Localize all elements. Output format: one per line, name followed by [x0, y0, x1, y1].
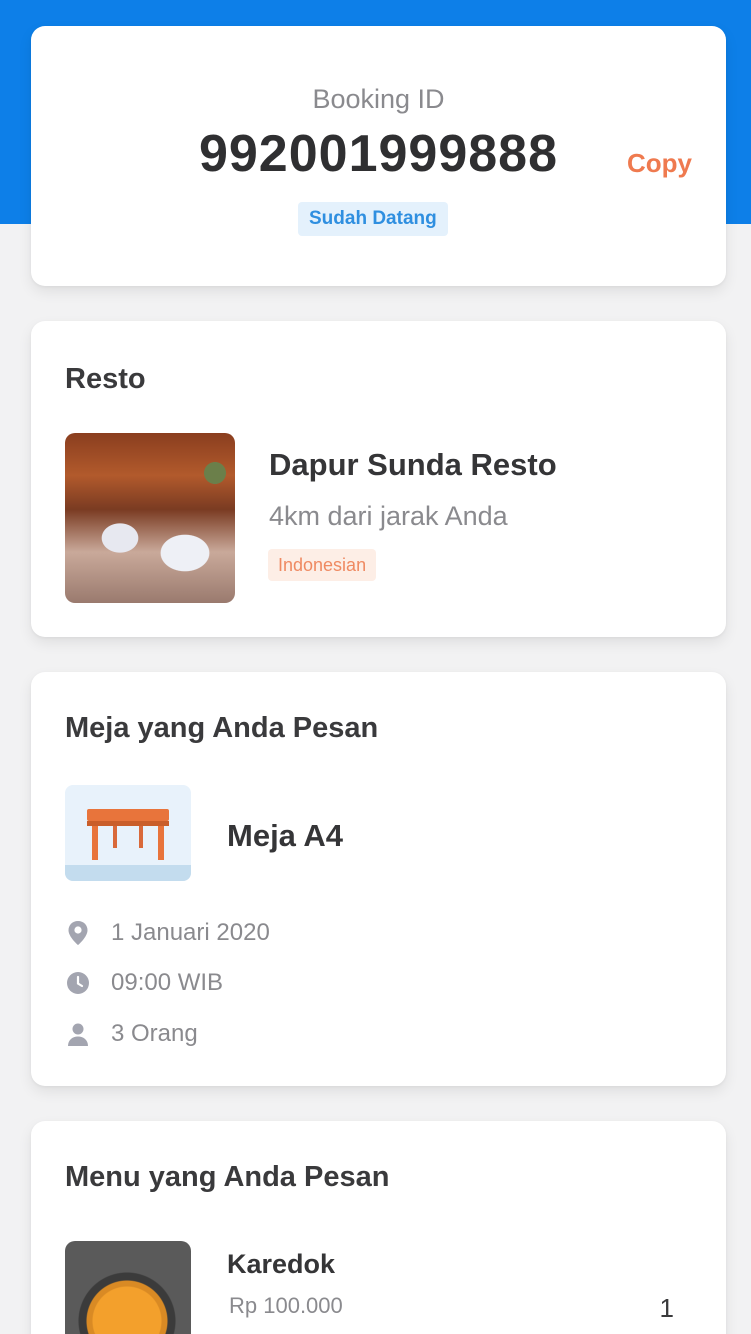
date-row: 1 Januari 2020 — [65, 916, 270, 950]
resto-section-title: Resto — [65, 363, 146, 395]
cuisine-badge: Indonesian — [268, 549, 377, 581]
menu-item-name: Karedok — [227, 1249, 336, 1279]
booking-id-label: Booking ID — [312, 84, 445, 114]
menu-item-image — [65, 1241, 191, 1334]
table-name: Meja A4 — [227, 818, 344, 853]
copy-button[interactable]: Copy — [627, 148, 692, 179]
menu-item-price: Rp 100.000 — [229, 1293, 343, 1318]
menu-card: Menu yang Anda Pesan Karedok Rp 100.000 … — [31, 1121, 726, 1334]
time-row: 09:00 WIB — [65, 966, 223, 1000]
location-pin-icon — [65, 920, 91, 946]
resto-image — [65, 433, 235, 603]
table-card: Meja yang Anda Pesan Meja A4 1 Januari 2… — [31, 672, 726, 1086]
booking-date: 1 Januari 2020 — [111, 919, 270, 946]
booking-id-value: 992001999888 — [198, 125, 559, 183]
menu-section-title: Menu yang Anda Pesan — [65, 1161, 390, 1193]
guest-count: 3 Orang — [111, 1020, 198, 1047]
resto-name: Dapur Sunda Resto — [269, 447, 557, 482]
booking-time: 09:00 WIB — [111, 969, 224, 996]
table-icon — [65, 785, 191, 881]
resto-card[interactable]: Resto Dapur Sunda Resto 4km dari jarak A… — [31, 321, 726, 637]
menu-item-quantity: 1 — [659, 1293, 674, 1323]
clock-icon — [65, 970, 91, 996]
person-icon — [65, 1021, 91, 1047]
booking-card: Booking ID 992001999888 Copy Sudah Datan… — [31, 26, 726, 286]
guests-row: 3 Orang — [65, 1017, 198, 1051]
table-section-title: Meja yang Anda Pesan — [65, 712, 379, 744]
resto-distance: 4km dari jarak Anda — [269, 501, 508, 531]
status-badge: Sudah Datang — [298, 202, 448, 236]
